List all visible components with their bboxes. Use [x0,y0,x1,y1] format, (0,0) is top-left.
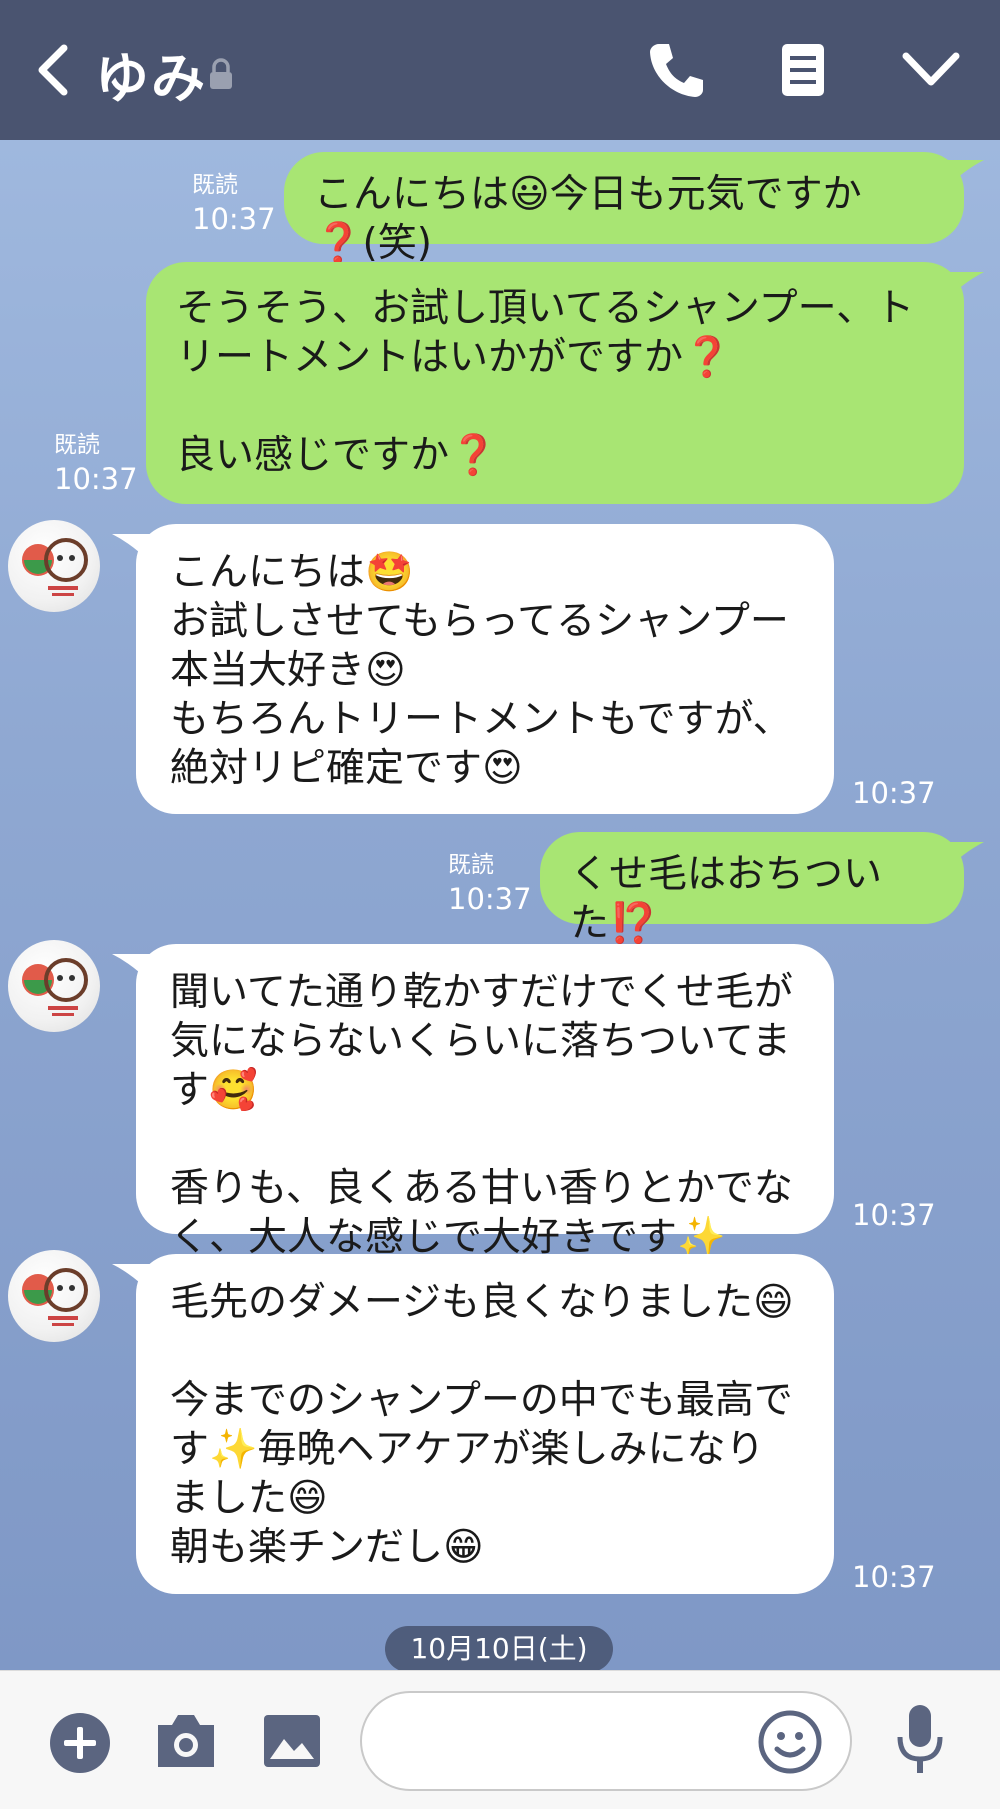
microphone-icon[interactable] [894,1701,946,1781]
chat-title: ゆみ [95,47,207,110]
message-bubble-incoming[interactable]: 毛先のダメージも良くなりました😄 今までのシャンプーの中でも最高です✨毎晩ヘアケ… [136,1254,834,1594]
avatar[interactable] [8,1250,100,1342]
message-meta: 既読 10:37 [192,168,276,236]
image-icon[interactable] [262,1713,322,1769]
avatar-illustration-icon [22,538,88,596]
chat-header: ゆみ [0,0,1000,140]
message-time: 10:37 [54,462,138,496]
message-input[interactable] [360,1691,852,1791]
input-bar [0,1670,1000,1809]
avatar[interactable] [8,520,100,612]
message-bubble-outgoing[interactable]: くせ毛はおちついた⁉️ [540,832,964,946]
message-meta: 既読 10:37 [54,428,138,496]
back-arrow-icon[interactable] [34,40,74,100]
message-time: 10:37 [852,776,936,810]
lock-icon [210,58,232,89]
message-bubble-incoming[interactable]: こんにちは🤩 お試しさせてもらってるシャンプー本当大好き😍 もちろんトリートメン… [136,524,834,814]
plus-icon[interactable] [48,1711,112,1775]
message-bubble-outgoing[interactable]: こんにちは😃今日も元気ですか❓(笑) [284,152,964,266]
message-time: 10:37 [852,1198,936,1232]
avatar-illustration-icon [22,1268,88,1326]
message-bubble-incoming[interactable]: 聞いてた通り乾かすだけでくせ毛が気にならないくらいに落ちついてます🥰 香りも、良… [136,944,834,1260]
avatar-illustration-icon [22,958,88,1016]
message-time: 10:37 [192,202,276,236]
emoji-icon[interactable] [757,1709,823,1775]
read-receipt: 既読 [54,432,100,458]
message-time: 10:37 [448,882,532,916]
camera-icon[interactable] [154,1711,218,1771]
message-bubble-outgoing[interactable]: そうそう、お試し頂いてるシャンプー、トリートメントはいかがですか❓ 良い感じです… [146,262,964,504]
date-separator: 10月10日(土) [385,1626,613,1672]
avatar[interactable] [8,940,100,1032]
read-receipt: 既読 [192,172,238,198]
chevron-down-icon[interactable] [902,40,960,100]
message-time: 10:37 [852,1560,936,1594]
menu-icon[interactable] [780,40,826,100]
phone-icon[interactable] [645,40,707,100]
message-meta: 既読 10:37 [448,848,532,916]
read-receipt: 既読 [448,852,494,878]
